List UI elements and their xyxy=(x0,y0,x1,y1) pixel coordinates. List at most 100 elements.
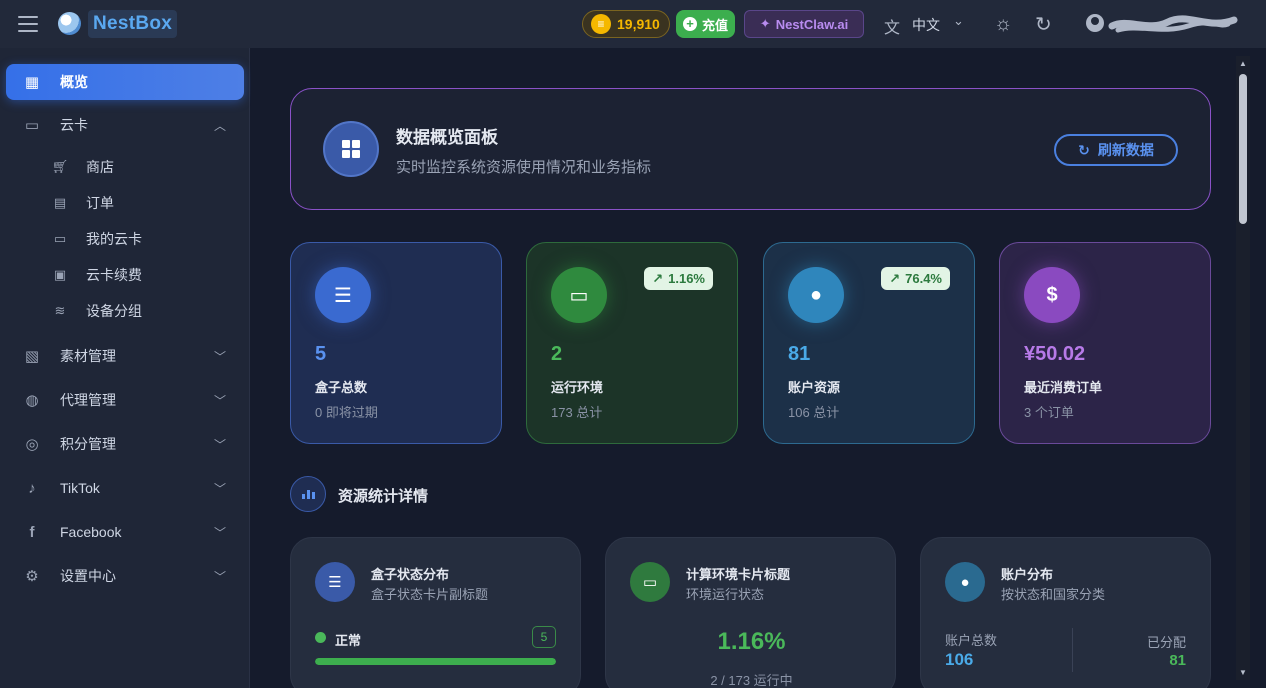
username-redacted xyxy=(1108,15,1238,33)
coins-balance[interactable]: ≡ 19,910 xyxy=(582,10,670,38)
account-icon: ● xyxy=(945,562,985,602)
reload-icon[interactable]: ↻ xyxy=(1035,12,1052,37)
sidebar-item-settings[interactable]: ⚙ 设置中心 ﹀ xyxy=(6,558,244,594)
card-title: 账户分布 xyxy=(1001,567,1054,582)
section-title: 资源统计详情 xyxy=(338,488,429,505)
coins-value: 19,910 xyxy=(617,16,660,32)
sidebar-subitem-label: 商店 xyxy=(86,159,114,175)
recharge-button[interactable]: + 充值 xyxy=(676,10,735,38)
sidebar-subitem-renew[interactable]: ▣ 云卡续费 xyxy=(50,259,240,291)
status-progress-bar xyxy=(315,658,556,665)
environment-percent: 1.16% xyxy=(717,628,786,655)
stat-label: 盒子总数 xyxy=(315,380,368,395)
trend-value: 1.16% xyxy=(668,271,705,286)
sidebar-subitem-label: 云卡续费 xyxy=(86,267,142,283)
menu-toggle-icon[interactable] xyxy=(18,16,38,32)
trend-badge: ↗ 1.16% xyxy=(644,267,713,290)
stat-label: 运行环境 xyxy=(551,380,604,395)
sidebar-item-tiktok[interactable]: ♪ TikTok ﹀ xyxy=(6,470,244,506)
stat-card-accounts[interactable]: ● ↗ 76.4% 81 账户资源 106 总计 xyxy=(763,242,975,444)
sidebar-item-cloud-card[interactable]: ▭ 云卡 ︿ xyxy=(6,107,244,143)
trend-value: 76.4% xyxy=(905,271,942,286)
trend-badge: ↗ 76.4% xyxy=(881,267,950,290)
page-title: 数据概览面板 xyxy=(396,128,498,147)
sidebar-subitem-shop[interactable]: 🛒︎ 商店 xyxy=(50,151,240,183)
stat-card-orders[interactable]: $ ¥50.02 最近消费订单 3 个订单 xyxy=(999,242,1211,444)
sidebar-subitem-my-cards[interactable]: ▭ 我的云卡 xyxy=(50,223,240,255)
server-icon: ☰ xyxy=(315,267,371,323)
account-assigned-label: 已分配 xyxy=(1146,635,1186,650)
brand-name[interactable]: NestBox xyxy=(88,10,178,38)
layers-icon: ≋ xyxy=(54,303,66,318)
divider xyxy=(1072,628,1073,672)
box-status-card: ☰ 盒子状态分布 盒子状态卡片副标题 正常 5 xyxy=(290,537,581,688)
nestclaw-label: NestClaw.ai xyxy=(775,16,849,32)
renew-icon: ▣ xyxy=(53,267,67,282)
chevron-down-icon[interactable]: ⌄ xyxy=(953,13,964,29)
globe-icon: ◍ xyxy=(25,392,39,409)
card-subtitle: 环境运行状态 xyxy=(686,587,765,602)
refresh-data-button[interactable]: ↻ 刷新数据 xyxy=(1054,134,1178,166)
coins-icon: ◎ xyxy=(25,436,39,453)
sidebar-item-facebook[interactable]: f Facebook ﹀ xyxy=(6,514,244,550)
environment-detail: 2 / 173 运行中 xyxy=(710,673,793,688)
card-subtitle: 按状态和国家分类 xyxy=(1001,587,1106,602)
plus-icon: + xyxy=(683,17,697,31)
user-avatar-icon[interactable] xyxy=(1086,14,1104,32)
main-content: 数据概览面板 实时监控系统资源使用情况和业务指标 ↻ 刷新数据 ☰ 5 盒子总数… xyxy=(251,48,1236,688)
chevron-up-icon: ︿ xyxy=(213,118,226,133)
tiktok-icon: ♪ xyxy=(28,479,36,497)
sidebar-subitem-device-groups[interactable]: ≋ 设备分组 xyxy=(50,295,240,327)
stat-subtext: 173 总计 xyxy=(551,405,603,420)
stat-value: 5 xyxy=(315,343,327,365)
chevron-down-icon: ﹀ xyxy=(213,525,226,540)
recharge-label: 充值 xyxy=(702,17,729,33)
scroll-up-icon[interactable]: ▲ xyxy=(1239,59,1247,68)
sidebar-item-proxy[interactable]: ◍ 代理管理 ﹀ xyxy=(6,382,244,418)
sidebar-item-label: Facebook xyxy=(60,524,122,540)
stat-subtext: 106 总计 xyxy=(788,405,840,420)
translate-icon[interactable]: 文 xyxy=(884,14,900,38)
status-label: 正常 xyxy=(335,633,362,648)
scroll-down-icon[interactable]: ▼ xyxy=(1239,668,1247,677)
status-count-badge: 5 xyxy=(532,626,556,648)
stat-card-environments[interactable]: ▭ ↗ 1.16% 2 运行环境 173 总计 xyxy=(526,242,738,444)
language-selector[interactable]: 中文 xyxy=(912,15,940,35)
receipt-icon: ▤ xyxy=(53,195,67,210)
sidebar-subitem-label: 订单 xyxy=(86,195,114,211)
stat-label: 账户资源 xyxy=(788,380,841,395)
coin-icon: ≡ xyxy=(591,14,611,34)
account-assigned-value: 81 xyxy=(1169,652,1186,669)
progress-fill xyxy=(315,658,556,665)
gear-icon: ⚙ xyxy=(25,568,39,585)
sidebar-item-points[interactable]: ◎ 积分管理 ﹀ xyxy=(6,426,244,462)
facebook-icon: f xyxy=(29,523,35,541)
stat-card-boxes[interactable]: ☰ 5 盒子总数 0 即将过期 xyxy=(290,242,502,444)
sidebar-item-overview[interactable]: ▦ 概览 xyxy=(6,64,244,100)
sidebar-subitem-label: 我的云卡 xyxy=(86,231,142,247)
sidebar-subitem-orders[interactable]: ▤ 订单 xyxy=(50,187,240,219)
card-subtitle: 盒子状态卡片副标题 xyxy=(371,587,489,602)
sidebar-item-label: 代理管理 xyxy=(60,392,116,408)
sidebar-item-media[interactable]: ▧ 素材管理 ﹀ xyxy=(6,338,244,374)
status-dot-icon xyxy=(315,632,326,643)
overview-hero-card: 数据概览面板 实时监控系统资源使用情况和业务指标 ↻ 刷新数据 xyxy=(290,88,1211,210)
nestclaw-button[interactable]: ✦ NestClaw.ai xyxy=(744,10,864,38)
sidebar-subitem-label: 设备分组 xyxy=(86,303,142,319)
refresh-data-label: 刷新数据 xyxy=(1097,142,1154,158)
card-icon: ▭ xyxy=(24,117,40,134)
chevron-down-icon: ﹀ xyxy=(213,349,226,364)
theme-toggle-icon[interactable]: ☼ xyxy=(994,13,1012,36)
account-icon: ● xyxy=(788,267,844,323)
sidebar-item-label: 概览 xyxy=(60,74,88,90)
main-scrollbar[interactable]: ▲ ▼ xyxy=(1236,56,1250,680)
environment-card: ▭ 计算环境卡片标题 环境运行状态 1.16% 2 / 173 运行中 xyxy=(605,537,896,688)
account-total-value: 106 xyxy=(945,650,974,669)
scrollbar-thumb[interactable] xyxy=(1239,74,1247,224)
stat-subtext: 0 即将过期 xyxy=(315,405,378,420)
laptop-icon: ▭ xyxy=(630,562,670,602)
server-icon: ☰ xyxy=(315,562,355,602)
sidebar-item-label: 云卡 xyxy=(60,117,88,133)
chevron-down-icon: ﹀ xyxy=(213,569,226,584)
trending-up-icon: ↗ xyxy=(889,270,901,286)
